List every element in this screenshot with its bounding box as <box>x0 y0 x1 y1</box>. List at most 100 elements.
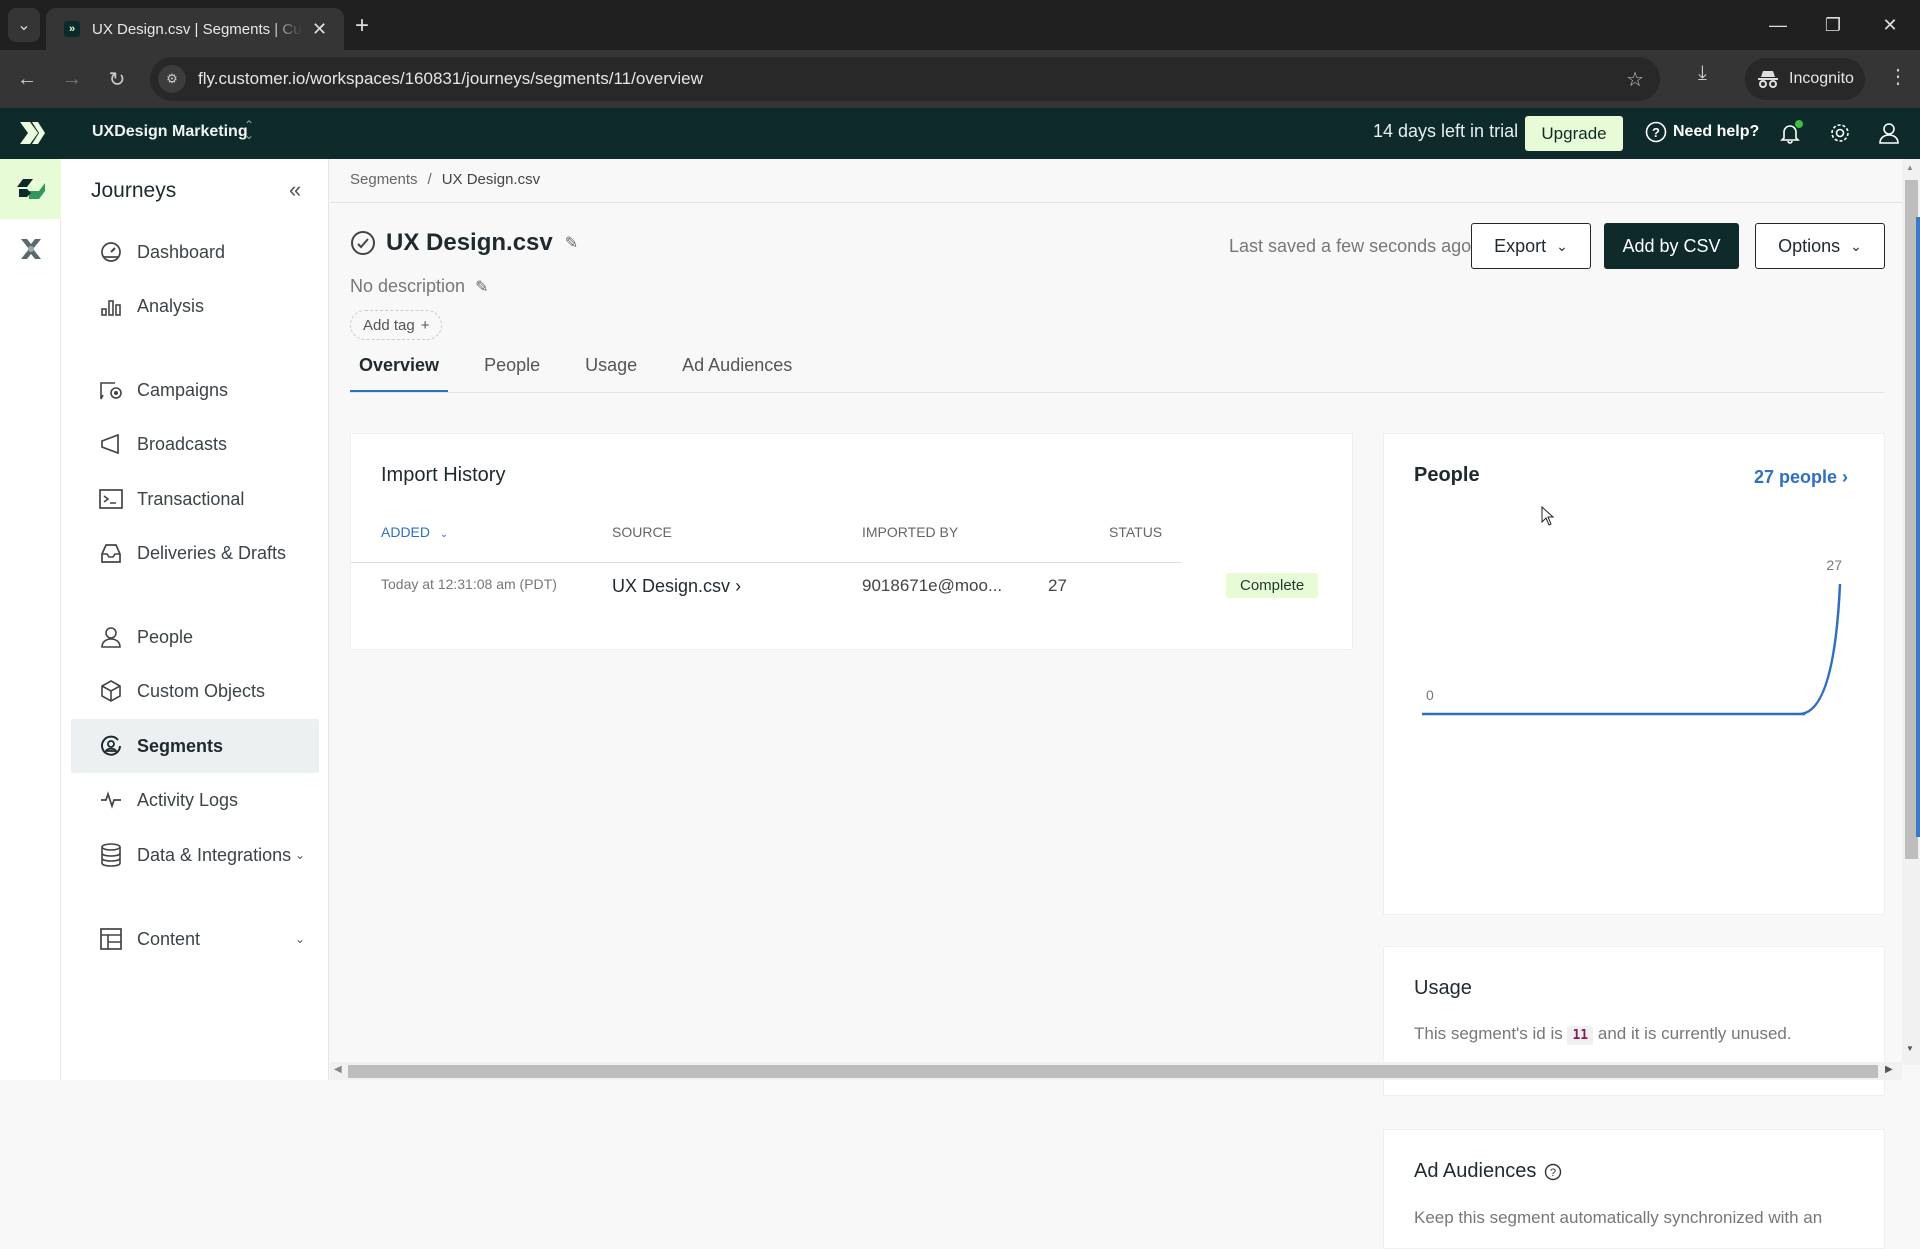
site-info-icon[interactable]: ⚙ <box>158 65 186 93</box>
options-button[interactable]: Options ⌄ <box>1755 223 1885 269</box>
source-link[interactable]: UX Design.csv › <box>612 576 741 597</box>
browser-tab[interactable]: » UX Design.csv | Segments | Customer.io… <box>46 8 344 50</box>
usage-text-before: This segment's id is <box>1414 1024 1563 1043</box>
url-text[interactable]: fly.customer.io/workspaces/160831/journe… <box>198 69 703 89</box>
sidebar-item-activity-logs[interactable]: Activity Logs <box>71 773 319 827</box>
export-label: Export <box>1494 235 1547 256</box>
sidebar-item-label: Transactional <box>137 488 245 509</box>
divider <box>350 392 1884 393</box>
account-button[interactable] <box>1876 120 1902 146</box>
source-label: UX Design.csv <box>612 576 731 596</box>
tab-people[interactable]: People <box>475 355 549 393</box>
terminal-icon <box>99 489 123 509</box>
chevron-down-icon: ⌄ <box>1850 237 1862 254</box>
campaigns-icon <box>100 382 122 400</box>
sidebar-item-label: Dashboard <box>137 241 226 262</box>
sidebar-item-transactional[interactable]: Transactional <box>71 472 319 526</box>
sidebar-item-data-integrations[interactable]: Data & Integrations ⌄ <box>71 828 319 882</box>
forward-button[interactable]: → <box>55 62 89 96</box>
people-line-chart: 27 0 <box>1422 557 1842 716</box>
sidebar-item-content[interactable]: Content ⌄ <box>71 912 319 966</box>
notifications-button[interactable] <box>1777 120 1803 146</box>
workspace-switcher-icon[interactable]: ⌃ ⌄ <box>244 119 254 141</box>
add-by-csv-button[interactable]: Add by CSV <box>1604 223 1739 269</box>
horizontal-scrollbar[interactable]: ◀ ▶ <box>330 1062 1902 1080</box>
tab-usage[interactable]: Usage <box>576 355 646 393</box>
close-tab-icon[interactable]: ✕ <box>312 19 327 40</box>
scroll-right-arrow-icon[interactable]: ▶ <box>1885 1064 1893 1075</box>
sidebar-item-label: Data & Integrations <box>137 844 292 865</box>
breadcrumb-separator: / <box>427 171 432 188</box>
column-header-added[interactable]: ADDED ⌄ <box>381 524 448 540</box>
tab-search-button[interactable]: ⌄ <box>8 8 40 42</box>
back-button[interactable]: ← <box>10 62 44 96</box>
chevron-down-icon[interactable]: ⌄ <box>295 848 305 862</box>
import-history-title: Import History <box>381 464 506 486</box>
upgrade-button[interactable]: Upgrade <box>1525 116 1623 151</box>
browser-tab-bar: ⌄ » UX Design.csv | Segments | Customer.… <box>0 0 1920 50</box>
chevron-down-icon: ⌄ <box>17 17 31 34</box>
sidebar-item-label: Custom Objects <box>137 680 266 701</box>
divider <box>351 562 1181 563</box>
people-count-link[interactable]: 27 people › <box>1754 467 1848 488</box>
description-text: No description <box>350 276 466 296</box>
need-help-label: Need help? <box>1673 123 1760 140</box>
download-icon[interactable]: ⤓ <box>1698 62 1707 85</box>
sidebar-item-people[interactable]: People <box>71 610 319 664</box>
usage-card-title: Usage <box>1414 977 1472 999</box>
options-label: Options <box>1778 235 1841 256</box>
reload-button[interactable]: ↻ <box>100 62 134 96</box>
added-cell: Today at 12:31:08 am (PDT) <box>381 576 557 592</box>
settings-button[interactable] <box>1827 120 1853 146</box>
column-header-source: SOURCE <box>612 524 672 540</box>
pulse-icon <box>101 791 121 809</box>
breadcrumb: Segments / UX Design.csv <box>350 171 540 188</box>
chevron-down-icon[interactable]: ⌄ <box>295 932 305 946</box>
sort-chevron-icon: ⌄ <box>439 529 449 540</box>
sidebar-item-dashboard[interactable]: Dashboard <box>71 225 319 279</box>
tab-ad-audiences[interactable]: Ad Audiences <box>673 355 801 393</box>
help-circle-icon[interactable]: ? <box>1544 1163 1562 1181</box>
edit-title-pencil-icon[interactable]: ✎ <box>565 233 578 253</box>
bookmark-star-icon[interactable]: ☆ <box>1626 67 1644 92</box>
app-header: UXDesign Marketing ⌃ ⌄ 14 days left in tr… <box>0 108 1920 159</box>
sidebar-item-custom-objects[interactable]: Custom Objects <box>71 664 319 718</box>
scroll-up-arrow-icon[interactable]: ▲ <box>1906 163 1914 172</box>
customerio-logo-icon[interactable] <box>18 120 46 146</box>
status-badge: Complete <box>1226 573 1319 598</box>
people-card: People 27 people › 27 0 <box>1383 433 1885 915</box>
close-window-button[interactable]: ✕ <box>1860 0 1920 50</box>
maximize-button[interactable]: ❐ <box>1803 0 1863 50</box>
workspace-name[interactable]: UXDesign Marketing <box>92 123 248 141</box>
minimize-button[interactable]: — <box>1748 0 1808 50</box>
need-help-button[interactable]: ? Need help? <box>1645 121 1759 143</box>
help-circle-icon: ? <box>1645 121 1667 143</box>
address-bar[interactable]: ⚙ fly.customer.io/workspaces/160831/jour… <box>150 57 1660 101</box>
browser-menu-icon[interactable]: ⋮ <box>1888 64 1908 89</box>
tab-overview[interactable]: Overview <box>350 355 449 393</box>
sidebar-item-segments[interactable]: Segments <box>71 719 319 773</box>
scroll-down-arrow-icon[interactable]: ▼ <box>1906 1044 1914 1053</box>
scroll-left-arrow-icon[interactable]: ◀ <box>334 1064 342 1075</box>
sidebar-item-analysis[interactable]: Analysis <box>71 279 319 333</box>
sidebar-item-label: Activity Logs <box>137 789 239 810</box>
inbox-icon <box>101 544 121 563</box>
max-value-label: 27 <box>1826 557 1842 573</box>
rail-integrations[interactable] <box>0 219 61 279</box>
sidebar-item-campaigns[interactable]: Campaigns <box>71 363 319 417</box>
ad-audiences-title-label: Ad Audiences <box>1414 1160 1537 1182</box>
export-button[interactable]: Export ⌄ <box>1471 223 1591 269</box>
new-tab-button[interactable]: + <box>355 12 369 40</box>
collapse-sidebar-icon[interactable]: « <box>289 177 301 203</box>
incognito-indicator[interactable]: Incognito <box>1745 58 1865 100</box>
sidebar-item-broadcasts[interactable]: Broadcasts <box>71 417 319 471</box>
breadcrumb-segments-link[interactable]: Segments <box>350 171 418 188</box>
person-icon <box>101 627 121 648</box>
edit-description-pencil-icon[interactable]: ✎ <box>475 277 488 297</box>
rail-journeys[interactable] <box>0 159 61 219</box>
database-icon <box>101 843 121 867</box>
add-tag-button[interactable]: Add tag + <box>350 310 443 340</box>
vertical-scrollbar[interactable]: ▲ ▼ <box>1902 159 1920 1065</box>
horizontal-scroll-thumb[interactable] <box>348 1065 1878 1078</box>
sidebar-item-deliveries[interactable]: Deliveries & Drafts <box>71 526 319 580</box>
